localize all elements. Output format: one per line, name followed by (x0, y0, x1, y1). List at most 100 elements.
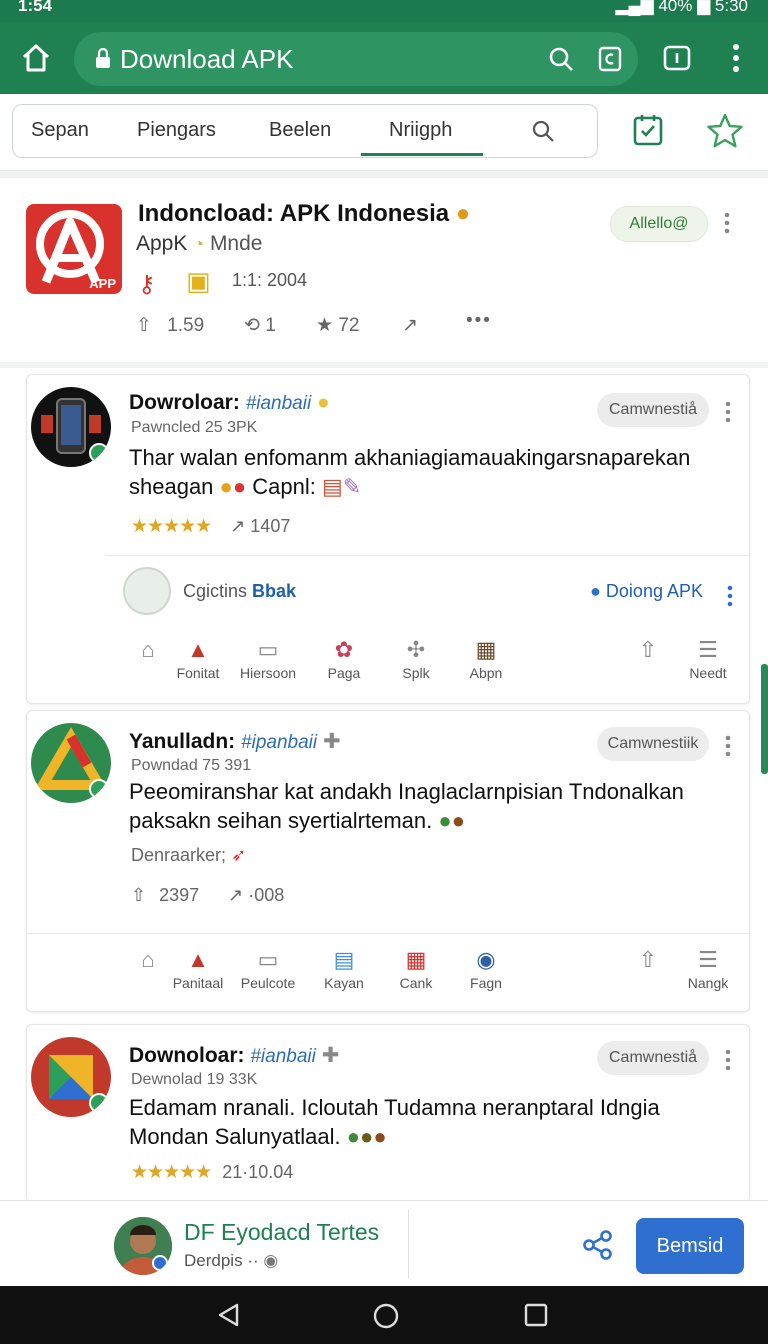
calendar-check-icon[interactable] (633, 114, 663, 146)
badge-icon: ● (590, 581, 601, 601)
more-vert-icon[interactable] (725, 401, 731, 423)
scrollbar[interactable] (761, 664, 768, 774)
overflow-menu-icon[interactable] (728, 42, 744, 74)
post-author[interactable]: Dowroloar: #ianbaii ● (129, 391, 330, 415)
online-dot (89, 443, 109, 463)
app-meta: 1:1: 2004 (232, 270, 308, 290)
upload-icon: ⇧ (638, 637, 658, 662)
emoji-icon: ● (455, 200, 471, 227)
home-circle-icon[interactable] (372, 1302, 400, 1330)
user-sub: Derdpis ·· ◉ (184, 1251, 279, 1270)
post-author[interactable]: Yanulladn: #ipanbaii ✚ (129, 729, 341, 754)
action-needt[interactable]: ☰ Needt (673, 637, 743, 681)
tab-beelen[interactable]: Beelen (269, 119, 331, 142)
share-icon: ↗ (230, 516, 246, 536)
home-icon[interactable] (20, 42, 52, 74)
back-icon[interactable] (216, 1302, 242, 1328)
repost-icon: ⟲ (244, 315, 260, 336)
primary-action-button[interactable]: Bemsid (636, 1218, 744, 1274)
search-icon: ◔ (193, 234, 205, 254)
action-panitaal[interactable]: ▲ Panitaal (163, 947, 233, 991)
status-right: ▂▄▆ 40% ▆ 5:30 (615, 0, 748, 16)
books-icon: ▤ (333, 947, 355, 972)
post-actions: ⌂ ▲ Fonitat ▭ Hiersoon ✿ Paga ✣ Splk ▦ Abpn ⇧… (123, 637, 743, 697)
recents-icon[interactable] (524, 1302, 548, 1328)
tab-count-icon[interactable] (662, 44, 692, 72)
game-icon: ◉ (476, 947, 496, 972)
battery-level: 40% (658, 0, 693, 15)
category-tabs: Sepan Piengars Beelen Nriigph (12, 104, 598, 158)
post-stats: ⇧ 2397 ↗ ·008 (131, 885, 284, 906)
upload-icon: ⇧ (638, 947, 658, 972)
app-card: APP Indoncload: APK Indonesia ● AppK ◔ M… (0, 178, 768, 368)
more-vert-icon[interactable] (725, 1049, 731, 1071)
app-logo-text: APP (89, 276, 116, 291)
action-paga[interactable]: ✿ Paga (309, 637, 379, 681)
divider (105, 555, 751, 556)
share-count[interactable]: ↗ 1407 (230, 516, 290, 536)
app-logo[interactable]: APP (26, 204, 122, 294)
sub-post[interactable]: Cgictins Bbak ● Doiong APK (123, 567, 743, 627)
key-icon: ⚷ (138, 271, 156, 298)
post-actions: ⌂ ▲ Panitaal ▭ Peulcote ▤ Kayan ▦ Cank ◉ Fagn… (123, 947, 743, 1007)
more-vert-icon[interactable] (725, 735, 731, 757)
post-meta: Powndad 75 391 (131, 757, 252, 774)
sub-avatar[interactable] (123, 567, 171, 615)
action-splk[interactable]: ✣ Splk (381, 637, 451, 681)
search-icon[interactable] (548, 46, 574, 72)
avatar[interactable] (31, 723, 111, 803)
thumb-icon: ⇧ (136, 315, 152, 336)
search-icon[interactable] (531, 119, 555, 143)
share-icon[interactable] (582, 1229, 614, 1261)
avatar[interactable] (31, 387, 111, 467)
more-vert-icon[interactable] (727, 585, 733, 607)
puzzle-icon: ✣ (406, 637, 426, 662)
comment-pill[interactable]: Camwnestiå (597, 1041, 709, 1075)
like-button[interactable]: ⇧ 1.59 (136, 314, 204, 337)
share-count[interactable]: ↗ ·008 (228, 885, 284, 905)
comment-icon: ▭ (257, 947, 279, 972)
action-hiersoon[interactable]: ▭ Hiersoon (233, 637, 303, 681)
action-abpn[interactable]: ▦ Abpn (451, 637, 521, 681)
action-fagn[interactable]: ◉ Fagn (451, 947, 521, 991)
box-icon: ▦ (475, 637, 497, 662)
action-nangk[interactable]: ☰ Nangk (673, 947, 743, 991)
like-count[interactable]: ⇧ 2397 (131, 885, 204, 905)
comment-pill[interactable]: Camwnestiik (597, 727, 709, 761)
url-bar[interactable]: Download APK (74, 32, 638, 86)
tab-switcher-icon[interactable] (598, 46, 622, 72)
house-icon: ▲ (187, 947, 209, 972)
tab-sepan[interactable]: Sepan (31, 119, 89, 142)
action-kayan[interactable]: ▤ Kayan (309, 947, 379, 991)
clock: 5:30 (714, 0, 748, 15)
user-name[interactable]: DF Eyodacd Tertes (184, 1219, 379, 1246)
repost-button[interactable]: ⟲ 1 (244, 314, 276, 337)
sub-link[interactable]: ● Doiong APK (590, 581, 703, 602)
post-meta: Dewnolad 19 33K (131, 1071, 258, 1088)
app-status-pill[interactable]: Allello@ (610, 206, 708, 242)
comment-pill[interactable]: Camwnestiå (597, 393, 709, 427)
app-title: Indoncload: APK Indonesia ● (138, 200, 471, 227)
home-outline-icon: ⌂ (141, 947, 155, 972)
battery-icon: ▆ (697, 0, 711, 15)
avatar[interactable] (31, 1037, 111, 1117)
user-avatar[interactable] (114, 1217, 172, 1275)
post-body: Peeomiranshar kat andakh Inaglaclarnpisi… (129, 779, 684, 833)
app-publisher[interactable]: AppK ◔ Mnde (136, 232, 262, 256)
stats-icon[interactable]: ↗ (402, 314, 418, 337)
more-icon[interactable]: ••• (466, 310, 492, 332)
action-cank[interactable]: ▦ Cank (381, 947, 451, 991)
post-card: Yanulladn: #ipanbaii ✚ Powndad 75 391 Pe… (26, 710, 751, 1012)
rating-button[interactable]: ★ 72 (316, 314, 359, 337)
post-author[interactable]: Downoloar: #ianbaii ✚ (129, 1043, 339, 1068)
action-fonitat[interactable]: ▲ Fonitat (163, 637, 233, 681)
tab-nriigph[interactable]: Nriigph (389, 119, 452, 142)
star-outline-icon[interactable] (706, 112, 744, 150)
more-vert-icon[interactable] (724, 212, 730, 234)
action-peulcote[interactable]: ▭ Peulcote (233, 947, 303, 991)
tab-piengars[interactable]: Piengars (137, 119, 216, 142)
url-text: Download APK (120, 44, 294, 74)
list-icon: ☰ (698, 947, 718, 972)
sub-author: Cgictins Bbak (183, 581, 297, 601)
verified-icon: ✚ (322, 730, 341, 753)
